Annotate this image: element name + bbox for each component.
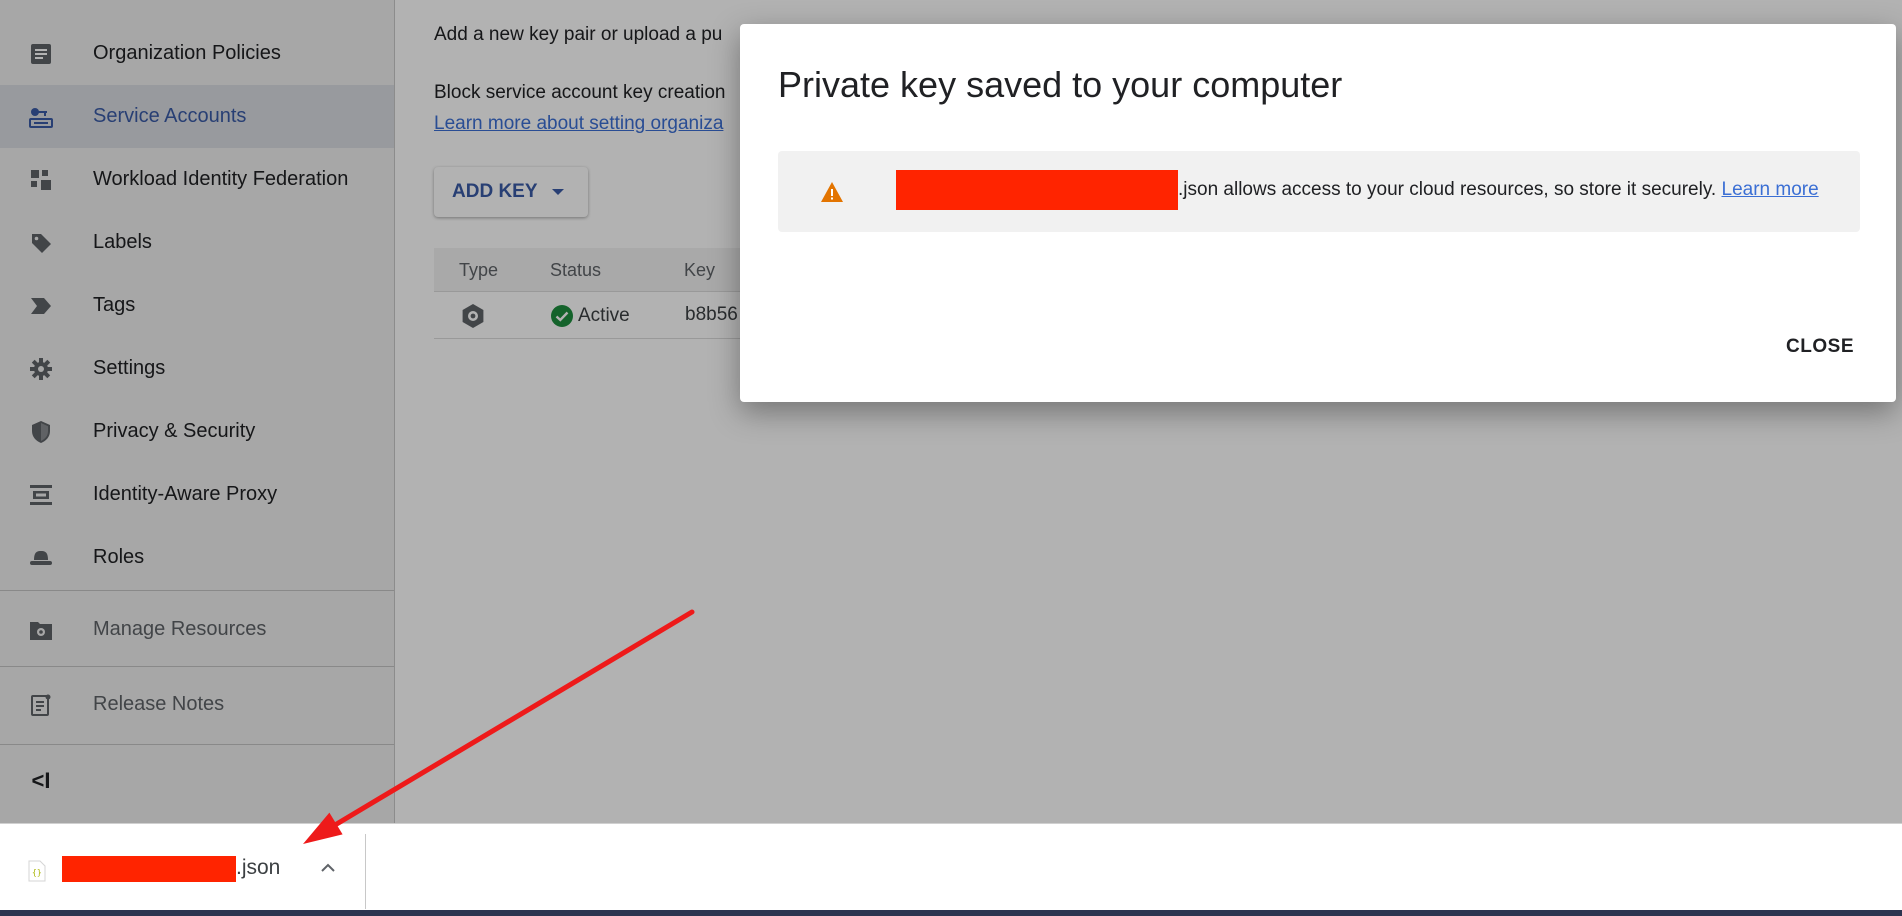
warning-text: .json allows access to your cloud resour… [1178, 179, 1717, 200]
download-bar-separator [365, 834, 366, 909]
learn-more-link[interactable]: Learn more [1722, 179, 1819, 200]
redacted-filename [896, 170, 1178, 210]
warning-icon [821, 182, 843, 202]
warning-banner: .json allows access to your cloud resour… [778, 151, 1860, 232]
download-bar: {} .json [0, 823, 1902, 916]
download-item[interactable]: {} .json [0, 824, 365, 916]
json-file-icon: {} [28, 860, 46, 882]
download-filename-suffix: .json [236, 856, 281, 879]
svg-text:{}: {} [32, 868, 42, 877]
chevron-up-icon[interactable] [316, 856, 340, 880]
redacted-download-filename [62, 856, 236, 882]
close-button[interactable]: CLOSE [1786, 336, 1854, 358]
window-bottom-edge [0, 910, 1902, 916]
dialog-title: Private key saved to your computer [778, 64, 1343, 105]
private-key-saved-dialog: Private key saved to your computer .json… [740, 24, 1896, 402]
warning-message: .json allows access to your cloud resour… [1178, 179, 1819, 201]
